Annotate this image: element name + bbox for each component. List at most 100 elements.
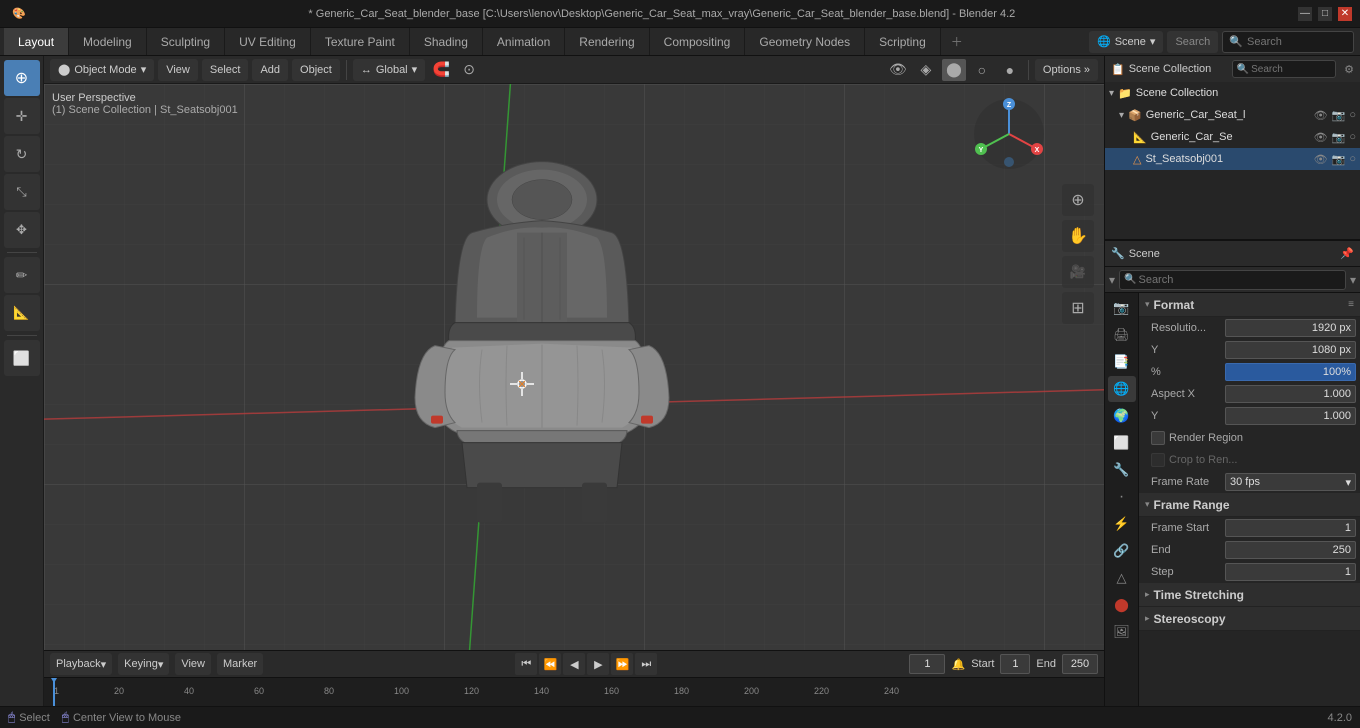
prev-frame-button[interactable]: ⏪ <box>539 653 561 675</box>
add-button[interactable]: Add <box>252 59 288 81</box>
jump-end-button[interactable]: ⏭ <box>635 653 657 675</box>
aspect-x-value[interactable]: 1.000 <box>1225 385 1356 403</box>
play-button[interactable]: ▶ <box>587 653 609 675</box>
view-button[interactable]: View <box>158 59 198 81</box>
viewport-shading-rendered[interactable]: ● <box>998 59 1022 81</box>
prop-icon-material[interactable]: ⬤ <box>1108 592 1136 618</box>
camera-view-button[interactable]: 🎥 <box>1062 256 1094 288</box>
prop-icon-texture[interactable]: 🖼 <box>1108 619 1136 645</box>
view-menu[interactable]: View <box>175 653 211 675</box>
view-layer-button[interactable]: Search <box>1167 31 1218 53</box>
prop-icon-view-layer[interactable]: 📑 <box>1108 349 1136 375</box>
outliner-filter-button[interactable]: ⚙ <box>1344 63 1354 76</box>
time-stretching-header[interactable]: ▸ Time Stretching <box>1139 583 1360 607</box>
tool-add-cube[interactable]: ⬜ <box>4 340 40 376</box>
tab-shading[interactable]: Shading <box>410 28 483 55</box>
eye-icon-1[interactable]: 👁 <box>1314 109 1328 122</box>
props-pin-icon[interactable]: 📌 <box>1340 247 1354 260</box>
viewport-shading-material[interactable]: ○ <box>970 59 994 81</box>
frame-range-header[interactable]: ▾ Frame Range <box>1139 493 1360 517</box>
props-expand-button[interactable]: ▾ <box>1350 273 1356 287</box>
viewport-3d[interactable]: User Perspective (1) Scene Collection | … <box>44 84 1104 672</box>
maximize-button[interactable]: □ <box>1318 7 1332 21</box>
marker-menu[interactable]: Marker <box>217 653 263 675</box>
tool-annotate[interactable]: ✏ <box>4 257 40 293</box>
prop-icon-data[interactable]: △ <box>1108 565 1136 591</box>
play-reverse-button[interactable]: ◀ <box>563 653 585 675</box>
tab-geometry-nodes[interactable]: Geometry Nodes <box>745 28 865 55</box>
grid-toggle-button[interactable]: ⊞ <box>1062 292 1094 324</box>
prop-icon-particles[interactable]: · <box>1108 484 1136 510</box>
zoom-in-button[interactable]: ⊕ <box>1062 184 1094 216</box>
resolution-x-value[interactable]: 1920 px <box>1225 319 1356 337</box>
object-button[interactable]: Object <box>292 59 340 81</box>
prop-icon-scene[interactable]: 🌐 <box>1108 376 1136 402</box>
props-dropdown-button[interactable]: ▾ <box>1109 273 1115 287</box>
prop-icon-world[interactable]: 🌍 <box>1108 403 1136 429</box>
pan-button[interactable]: ✋ <box>1062 220 1094 252</box>
scene-dropdown[interactable]: 🌐 Scene ▾ <box>1089 31 1163 53</box>
tool-rotate[interactable]: ↻ <box>4 136 40 172</box>
tool-move[interactable]: ✛ <box>4 98 40 134</box>
prop-icon-output[interactable]: 🖨 <box>1108 322 1136 348</box>
viewport-gizmo[interactable]: Z X Y <box>969 94 1049 174</box>
outliner-search-input[interactable] <box>1251 64 1331 75</box>
options-button[interactable]: Options » <box>1035 59 1098 81</box>
prop-icon-render[interactable]: 📷 <box>1108 295 1136 321</box>
aspect-y-value[interactable]: 1.000 <box>1225 407 1356 425</box>
tab-uv-editing[interactable]: UV Editing <box>225 28 311 55</box>
select-button[interactable]: Select <box>202 59 249 81</box>
outliner-item-car-se[interactable]: 📐 Generic_Car_Se 👁 📷 ○ <box>1105 126 1360 148</box>
eye-icon-3[interactable]: 👁 <box>1314 153 1328 166</box>
stereoscopy-header[interactable]: ▸ Stereoscopy <box>1139 607 1360 631</box>
render-icon-2[interactable]: ○ <box>1349 131 1356 143</box>
end-frame-input[interactable] <box>1062 654 1098 674</box>
crop-render-checkbox[interactable] <box>1151 453 1165 467</box>
tab-modeling[interactable]: Modeling <box>69 28 147 55</box>
props-search-input[interactable] <box>1138 274 1340 286</box>
frame-rate-dropdown[interactable]: 30 fps ▾ <box>1225 473 1356 491</box>
prop-icon-modifiers[interactable]: 🔧 <box>1108 457 1136 483</box>
tab-compositing[interactable]: Compositing <box>650 28 746 55</box>
resolution-y-value[interactable]: 1080 px <box>1225 341 1356 359</box>
transform-global[interactable]: ↔ Global ▾ <box>353 59 425 81</box>
cam-icon-2[interactable]: 📷 <box>1332 131 1346 144</box>
tab-rendering[interactable]: Rendering <box>565 28 649 55</box>
timeline-ruler[interactable]: 1 20 40 60 80 100 120 140 160 180 200 22… <box>44 678 1104 706</box>
proportional-edit[interactable]: ⊙ <box>457 59 481 81</box>
prop-icon-object[interactable]: ⬜ <box>1108 430 1136 456</box>
viewport-shading-solid[interactable]: ⬤ <box>942 59 966 81</box>
render-icon-1[interactable]: ○ <box>1349 109 1356 121</box>
outliner-item-car-seat-l[interactable]: ▾ 📦 Generic_Car_Seat_l 👁 📷 ○ <box>1105 104 1360 126</box>
object-mode-button[interactable]: ⬤ Object Mode ▾ <box>50 59 154 81</box>
frame-start-value[interactable]: 1 <box>1225 519 1356 537</box>
keying-menu[interactable]: Keying ▾ <box>118 653 169 675</box>
close-button[interactable]: ✕ <box>1338 7 1352 21</box>
format-section-header[interactable]: ▾ Format ≡ <box>1139 293 1360 317</box>
snap-button[interactable]: 🧲 <box>429 59 453 81</box>
add-workspace-button[interactable]: ＋ <box>941 28 973 55</box>
jump-start-button[interactable]: ⏮ <box>515 653 537 675</box>
xray-toggle[interactable]: ◈ <box>914 59 938 81</box>
format-menu-icon[interactable]: ≡ <box>1348 299 1354 310</box>
show-overlays[interactable]: 👁 <box>886 59 910 81</box>
outliner-item-scene-collection[interactable]: ▾ 📁 Scene Collection <box>1105 82 1360 104</box>
render-icon-3[interactable]: ○ <box>1349 153 1356 165</box>
current-frame-input[interactable] <box>909 654 945 674</box>
tab-animation[interactable]: Animation <box>483 28 565 55</box>
eye-icon-2[interactable]: 👁 <box>1314 131 1328 144</box>
minimize-button[interactable]: — <box>1298 7 1312 21</box>
top-search-input[interactable] <box>1247 36 1347 48</box>
tab-sculpting[interactable]: Sculpting <box>147 28 225 55</box>
resolution-pct-value[interactable]: 100% <box>1225 363 1356 381</box>
playback-menu[interactable]: Playback ▾ <box>50 653 112 675</box>
prop-icon-constraints[interactable]: 🔗 <box>1108 538 1136 564</box>
cam-icon-3[interactable]: 📷 <box>1332 153 1346 166</box>
tool-cursor[interactable]: ⊕ <box>4 60 40 96</box>
prop-icon-physics[interactable]: ⚡ <box>1108 511 1136 537</box>
tool-scale[interactable]: ⤡ <box>4 174 40 210</box>
render-region-checkbox[interactable] <box>1151 431 1165 445</box>
next-frame-button[interactable]: ⏩ <box>611 653 633 675</box>
tab-scripting[interactable]: Scripting <box>865 28 941 55</box>
cam-icon-1[interactable]: 📷 <box>1332 109 1346 122</box>
